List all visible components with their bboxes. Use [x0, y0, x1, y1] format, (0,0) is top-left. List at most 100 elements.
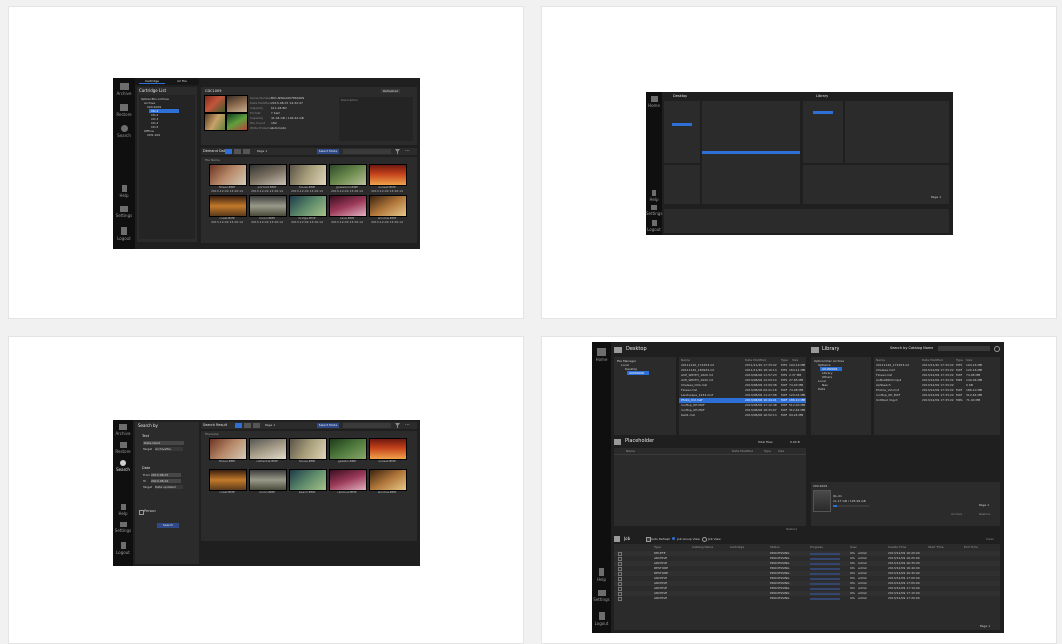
file-thumbnail[interactable] — [329, 438, 367, 460]
select-mode-button[interactable]: Select Mode — [317, 149, 339, 154]
file-thumbnail[interactable] — [249, 164, 287, 186]
file-thumbnail[interactable] — [289, 164, 327, 186]
column-header[interactable]: Type — [764, 449, 771, 453]
nav-archive[interactable]: Archive — [113, 83, 135, 96]
filter-input[interactable] — [343, 423, 391, 428]
file-thumbnail[interactable] — [369, 195, 407, 217]
nav-help[interactable]: Help — [113, 185, 135, 198]
file-thumbnail[interactable] — [249, 469, 287, 491]
column-header[interactable]: Name — [876, 358, 885, 362]
column-header[interactable]: Size — [792, 358, 798, 362]
search-icon[interactable] — [994, 346, 1000, 352]
search-by-select[interactable]: Search by Catalog Name — [890, 346, 933, 350]
column-header[interactable]: End Time — [964, 545, 978, 549]
column-header[interactable]: Size — [966, 358, 972, 362]
nav-help[interactable]: Help — [592, 568, 611, 582]
nav-settings[interactable]: Settings — [646, 205, 662, 216]
column-header[interactable]: Cartridge — [730, 545, 744, 549]
job-view-radio[interactable] — [702, 537, 707, 542]
nav-home[interactable]: Home — [646, 96, 662, 108]
file-thumbnail[interactable] — [369, 438, 407, 460]
job-group-view-radio[interactable] — [672, 537, 675, 540]
view-detail-button[interactable] — [253, 423, 260, 428]
column-header[interactable]: Status — [770, 545, 780, 549]
target-select[interactable]: Archivefile — [155, 447, 183, 451]
nav-logout[interactable]: Logout — [592, 612, 611, 626]
nav-help[interactable]: Help — [646, 190, 662, 202]
table-row[interactable] — [614, 596, 1000, 601]
file-thumbnail[interactable] — [289, 469, 327, 491]
column-header[interactable]: Name — [681, 358, 690, 362]
nav-restore[interactable]: Restore — [113, 442, 133, 454]
file-thumbnail[interactable] — [249, 438, 287, 460]
column-header[interactable]: Progress — [810, 545, 823, 549]
jobs-clear-button[interactable]: Clear — [986, 537, 994, 541]
description-box[interactable]: Description — [339, 97, 413, 141]
file-thumbnail[interactable] — [209, 195, 247, 217]
library-page[interactable]: Page 1 — [979, 503, 989, 507]
text-query-input[interactable]: Date.ntext — [143, 441, 184, 445]
column-header[interactable]: Type — [956, 358, 963, 362]
view-list-button[interactable] — [234, 149, 241, 154]
nav-settings[interactable]: Settings — [113, 206, 135, 218]
view-detail-button[interactable] — [243, 149, 250, 154]
nav-logout[interactable]: Logout — [113, 542, 133, 555]
nav-settings[interactable]: Settings — [113, 522, 133, 533]
library-search-input[interactable] — [938, 346, 990, 351]
page-label[interactable]: Page 1 — [265, 423, 275, 427]
tree-item-selected[interactable] — [672, 123, 692, 126]
date-target-select[interactable]: Date updated — [155, 485, 183, 489]
file-thumbnail[interactable] — [369, 164, 407, 186]
nav-logout[interactable]: Logout — [646, 220, 662, 232]
nav-restore[interactable]: Restore — [113, 104, 135, 117]
nav-search[interactable]: Search — [113, 460, 133, 472]
column-header[interactable]: Start Time — [928, 545, 944, 549]
file-row-selected[interactable] — [702, 151, 800, 154]
column-header[interactable]: Date Modified — [745, 358, 766, 362]
row-checkbox[interactable] — [618, 597, 622, 601]
column-header[interactable]: Date Modified — [922, 358, 943, 362]
from-date-input[interactable]: 2013-08-07 — [151, 473, 181, 477]
column-header[interactable]: Name — [626, 449, 635, 453]
archive-button[interactable]: Archive — [951, 512, 962, 516]
library-page[interactable]: Page 1 — [931, 195, 941, 199]
nav-home[interactable]: Home — [592, 348, 611, 362]
view-thumb-button[interactable] — [235, 423, 242, 428]
filter-icon[interactable] — [395, 149, 400, 154]
job-page[interactable]: Page 1 — [980, 624, 990, 628]
placeholder-restore[interactable]: Restore — [786, 527, 797, 531]
tab-cartridge[interactable]: Cartridge — [139, 79, 165, 84]
file-thumbnail[interactable] — [289, 438, 327, 460]
tree-item[interactable]: CD5-100 — [147, 133, 160, 137]
nav-archive[interactable]: Archive — [113, 424, 133, 436]
more-icon[interactable]: ⋯ — [405, 148, 410, 154]
file-thumbnail[interactable] — [329, 164, 367, 186]
file-thumbnail[interactable] — [209, 438, 247, 460]
file-thumbnail[interactable] — [369, 469, 407, 491]
refreshed-button[interactable]: Refreshed — [381, 89, 401, 93]
restore-button[interactable]: Restore — [979, 512, 990, 516]
file-thumbnail[interactable] — [289, 195, 327, 217]
column-header[interactable]: Create Time — [888, 545, 906, 549]
tree-item-selected[interactable] — [813, 111, 833, 114]
column-header[interactable]: Date Modified — [732, 449, 753, 453]
filter-input[interactable] — [343, 149, 391, 154]
nav-logout[interactable]: Logout — [113, 227, 135, 241]
file-thumbnail[interactable] — [209, 469, 247, 491]
filter-icon[interactable] — [395, 423, 400, 428]
tab-all-file[interactable]: All File — [169, 79, 195, 83]
view-thumb-button[interactable] — [225, 149, 232, 154]
file-thumbnail[interactable] — [329, 469, 367, 491]
column-header[interactable]: User — [850, 545, 857, 549]
to-date-input[interactable]: 2013-08-22 — [151, 479, 181, 483]
page-label[interactable]: Page 1 — [257, 149, 267, 153]
tree-item[interactable]: Data — [818, 387, 825, 391]
tree-item[interactable]: A0000000 — [629, 371, 644, 375]
view-list-button[interactable] — [244, 423, 251, 428]
column-header[interactable]: Size — [778, 449, 784, 453]
column-header[interactable]: Type — [654, 545, 661, 549]
nav-search[interactable]: Search — [113, 125, 135, 138]
nav-settings[interactable]: Settings — [592, 590, 611, 602]
file-thumbnail[interactable] — [249, 195, 287, 217]
column-header[interactable]: Type — [781, 358, 788, 362]
